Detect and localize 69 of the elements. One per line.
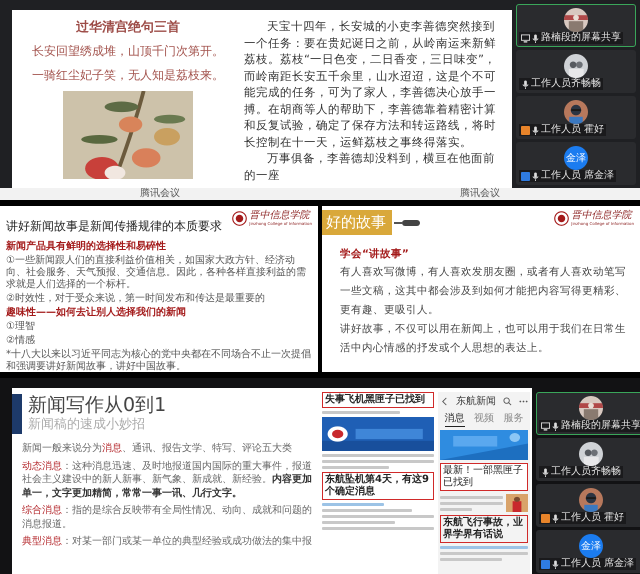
accent-bar bbox=[12, 394, 22, 434]
section-heading: 学会“讲故事” bbox=[340, 247, 410, 261]
microphone-icon[interactable] bbox=[551, 422, 560, 430]
poem-line: 长安回望绣成堆，山顶千门次第开。 bbox=[32, 43, 224, 60]
blurred-text-line bbox=[322, 466, 390, 469]
participant-name: 工作人员齐畅畅 bbox=[531, 78, 601, 90]
poem-line: 一骑红尘妃子笑，无人知是荔枝来。 bbox=[32, 67, 224, 84]
banner-caption: 最新！一部黑匣子已找到 bbox=[440, 463, 528, 491]
microphone-icon[interactable] bbox=[531, 126, 540, 134]
participant-name: 工作人员齐畅畅 bbox=[551, 466, 621, 478]
logo-name: 晋中信息学院 bbox=[571, 210, 634, 221]
section-heading: 趣味性——如何去让别人选择我们的新闻 bbox=[6, 307, 187, 319]
body-text: *十八大以来以习近平同志为核心的党中央都在不同场合不止一次提倡和强调要讲好新闻故事，讲好中国故事。 bbox=[6, 349, 312, 372]
participant-tile[interactable]: 工作人员 霍好 bbox=[516, 96, 636, 139]
microphone-icon[interactable] bbox=[541, 468, 550, 476]
microphone-icon[interactable] bbox=[551, 560, 560, 568]
participant-name: 工作人员 席金泽 bbox=[541, 170, 614, 182]
headline: 东航飞行事故，业界学界有话说 bbox=[440, 515, 528, 543]
slide-subtitle: 新闻稿的速成小妙招 bbox=[28, 416, 146, 433]
blurred-text-line bbox=[440, 508, 472, 510]
title-banner: 好的故事 bbox=[322, 210, 392, 235]
participant-tile[interactable]: 工作人员齐畅畅 bbox=[516, 50, 636, 93]
participant-name: 工作人员 席金泽 bbox=[561, 558, 634, 570]
back-icon[interactable] bbox=[440, 396, 449, 406]
avatar: 金泽 bbox=[564, 146, 588, 170]
participant-name: 工作人员 霍好 bbox=[541, 124, 604, 136]
body-text: ①理智 bbox=[6, 321, 36, 333]
paint-roller-icon bbox=[394, 218, 420, 226]
body-text: 讲好故事，不仅可以用在新闻上，也可以用于我们在日常生活中内心情感的抒发或个人思想的表达上。 bbox=[340, 322, 627, 356]
participant-name: 工作人员 霍好 bbox=[561, 512, 624, 524]
story-paragraph: 万事俱备，李善德却没料到，横亘在他面前的一座 bbox=[244, 150, 496, 183]
phone-title: 东航新闻 bbox=[456, 394, 496, 408]
tab[interactable]: 消息 bbox=[444, 411, 465, 427]
avatar: 金泽 bbox=[579, 534, 603, 558]
blurred-text-line bbox=[322, 503, 384, 506]
body-text: 新闻一般来说分为消息、通讯、报告文学、特写、评论五大类 bbox=[22, 442, 293, 456]
microphone-icon[interactable] bbox=[531, 172, 540, 180]
slide-title: 讲好新闻故事是新闻传播规律的本质要求 bbox=[6, 218, 222, 235]
blurred-text-line bbox=[440, 558, 502, 561]
poem-title: 过华清宫绝句三首 bbox=[76, 18, 180, 36]
body-text: 有人喜欢写微博，有人喜欢发朋友圈，或者有人喜欢动笔写一些文稿，这其中都会涉及到如何才能把内容写得更精彩、更有趣、更吸引人。 bbox=[340, 265, 627, 318]
body-text: 动态消息：这种消息迅速、及时地报道国内国际的重大事件，报道社会主义建设中的新人新事、新气象、新成就、新经验。内容更加单一，文字更加精简，常常一事一讯、几行文字。 bbox=[22, 460, 312, 500]
headline: 失事飞机黑匣子已找到 bbox=[322, 392, 434, 408]
participant-tile[interactable]: 金泽 工作人员 席金泽 bbox=[516, 142, 636, 185]
participant-tile[interactable]: 金泽 工作人员 席金泽 bbox=[536, 530, 640, 573]
body-text: 综合消息：指的是综合反映带有全局性情况、动向、成就和问题的消息报道。 bbox=[22, 504, 312, 531]
logo-name: 晋中信息学院 bbox=[249, 210, 312, 221]
seal-icon bbox=[554, 210, 570, 226]
participant-name: 路楠段的屏幕共享 bbox=[541, 32, 621, 44]
body-text: ①一些新闻跟人们的直接利益价值相关，如国家大政方针、经济动向、社会服务、天气预报、交通信息。因此，各种各样直接利益的需求就是人们选择的一个标杆。 bbox=[6, 255, 307, 291]
section-heading: 新闻产品具有鲜明的选择性和易碎性 bbox=[6, 241, 167, 253]
slide-title: 新闻写作从0到1 bbox=[28, 394, 166, 416]
body-text: 典型消息：对某一部门或某一单位的典型经验或成功做法的集中报 bbox=[22, 535, 312, 548]
participant-tile[interactable]: 工作人员齐畅畅 bbox=[536, 438, 640, 481]
blurred-text-line bbox=[440, 496, 503, 498]
blurred-text-line bbox=[440, 502, 503, 504]
search-icon[interactable] bbox=[503, 396, 512, 406]
microphone-icon[interactable] bbox=[551, 514, 560, 522]
footer-label: 腾讯会议 bbox=[139, 188, 181, 200]
microphone-icon[interactable] bbox=[531, 34, 540, 42]
headline: 东航坠机第4天，有这9个确定消息 bbox=[322, 472, 434, 500]
story-paragraph: 天宝十四年，长安城的小吏李善德突然接到一个任务：要在贵妃诞日之前，从岭南运来新鲜荔枝。荔枝“一日色变，二日香变，三日味变”，而岭南距长安五千余里，山水迢迢，这是个不可能完成的任务，可为了家人，李善德决心放手一搏。在胡商等人的帮助下，李善德靠着精密计算和反复试验，确定了保存方法和转运路线，将时长控制在十一天，运鲜荔枝之事终得落实。 bbox=[244, 18, 497, 150]
body-text: ②情感 bbox=[6, 335, 36, 347]
seal-icon bbox=[232, 210, 248, 226]
participant-tile[interactable]: 路楠段的屏幕共享 bbox=[516, 4, 636, 47]
body-text: ②时效性，对于受众来说，第一时间发布和传达是最重要的 bbox=[6, 293, 266, 305]
microphone-icon[interactable] bbox=[521, 80, 530, 88]
participant-tile[interactable]: 工作人员 霍好 bbox=[536, 484, 640, 527]
footer-label: 腾讯会议 bbox=[459, 188, 501, 200]
